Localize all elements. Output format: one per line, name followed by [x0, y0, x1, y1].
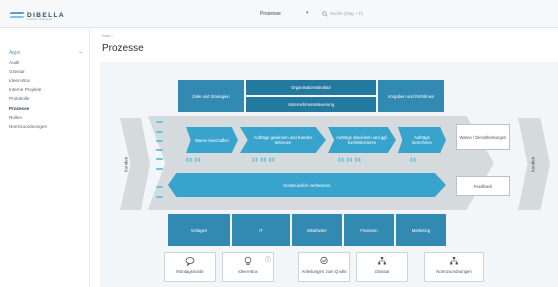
output-feedback-box[interactable]: Feedback	[456, 176, 510, 196]
customers-right-label: Kunden	[530, 156, 536, 173]
support-it-label: IT	[259, 227, 263, 233]
support-templates-label: Vorlagen	[190, 227, 208, 233]
search-placeholder: Suche (Strg + F)	[330, 11, 364, 16]
core-orders-process-label: Aufträge abwickeln und ggf. konfektionie…	[336, 135, 388, 145]
top-rules-label: Vorgaben und Richtlinien	[387, 93, 435, 99]
sitemap-icon	[450, 257, 458, 265]
core-procure-label: Waren beschaffen	[195, 137, 229, 143]
top-rules-box[interactable]: Vorgaben und Richtlinien	[378, 80, 444, 112]
output-goods-label: Waren / Dienstleistungen	[459, 134, 507, 140]
top-goals-label: Ziele und Strategien	[192, 93, 230, 99]
output-feedback-label: Feedback	[473, 183, 493, 189]
tool-glossar[interactable]: Glossar	[356, 252, 408, 282]
tool-normzuordnungen[interactable]: Normzuordnungen	[424, 252, 484, 282]
sidebar-item-audit[interactable]: Audit	[9, 60, 19, 65]
core-orders-win-label: Aufträge gewinnen und Kunden betreuen	[253, 135, 313, 145]
support-finance-box[interactable]: Finanzen	[344, 214, 394, 246]
tool-ideen-box-label: Ideen-Box	[238, 269, 258, 274]
logo[interactable]: DIBELLA Process Navigator	[10, 9, 65, 22]
logo-subtitle: Process Navigator	[27, 18, 53, 21]
support-marketing-box[interactable]: Marketing	[396, 214, 446, 246]
tool-normzuordnungen-label: Normzuordnungen	[436, 269, 472, 274]
sidebar-item-ideen-box[interactable]: Ideen-Box	[9, 78, 30, 83]
search-input[interactable]: Suche (Strg + F)	[322, 9, 392, 20]
improve-label: Kontinuierlich verbessern	[283, 182, 331, 188]
info-icon[interactable]: ⓘ	[265, 255, 271, 264]
core-billing-label: Aufträge berechnen	[412, 135, 432, 145]
app-window: DIBELLA Process Navigator Prozesse ▾ Suc…	[0, 0, 558, 287]
sidebar-heading[interactable]: Apps	[9, 50, 20, 56]
sidebar: Apps ⌄ Audit Glossar Ideen-Box Interne P…	[0, 28, 90, 287]
input-dash	[156, 131, 163, 133]
tool-montagsrunde[interactable]: Montagsrunde	[164, 252, 216, 282]
core-orders-process-arrow[interactable]: Aufträge abwickeln und ggf. konfektionie…	[328, 127, 396, 153]
output-goods-box[interactable]: Waren / Dienstleistungen	[456, 124, 510, 150]
roles-icon: ▮▮ ▮▮ ▮▮	[338, 157, 362, 163]
tool-ideen-box[interactable]: Ideen-Box ⓘ	[222, 252, 274, 282]
breadcrumb[interactable]: Start /	[102, 33, 113, 38]
support-it-box[interactable]: IT	[232, 214, 290, 246]
top-goals-box[interactable]: Ziele und Strategien	[178, 80, 244, 112]
core-orders-win-arrow[interactable]: Aufträge gewinnen und Kunden betreuen	[240, 127, 326, 153]
top-control-label: Unternehmenssteuerung	[287, 102, 335, 107]
customers-left-label: Kunden	[123, 156, 129, 173]
tool-anleitungen[interactable]: Anleitungen zum Q.wiki	[298, 252, 350, 282]
top-org-label: Organisationsstruktur	[291, 85, 331, 90]
sidebar-item-prozesse[interactable]: Prozesse	[9, 106, 29, 111]
input-dash	[156, 158, 163, 160]
support-staff-label: Mitarbeiter	[307, 227, 327, 233]
top-org-box[interactable]: Organisationsstruktur	[246, 80, 376, 95]
sidebar-item-protokolle[interactable]: Protokolle	[9, 96, 29, 101]
input-dash	[156, 140, 163, 142]
support-staff-box[interactable]: Mitarbeiter	[292, 214, 342, 246]
input-dash	[156, 121, 163, 123]
page-title: Prozesse	[102, 43, 144, 54]
tool-glossar-label: Glossar	[374, 269, 390, 274]
sidebar-item-glossar[interactable]: Glossar	[9, 69, 25, 74]
sidebar-item-normzuordnungen[interactable]: Normzuordnungen	[9, 124, 47, 129]
check-badge-icon	[320, 256, 328, 265]
support-finance-label: Finanzen	[360, 227, 378, 233]
chat-icon	[185, 257, 195, 266]
sidebar-item-interne-projekte[interactable]: Interne Projekte	[9, 87, 41, 92]
chevron-down-icon: ▾	[306, 10, 309, 16]
support-marketing-label: Marketing	[411, 227, 431, 233]
search-icon	[322, 10, 328, 17]
roles-icon: ▮▮	[410, 157, 417, 163]
roles-icon: ▮▮ ▮▮	[186, 157, 201, 163]
process-select-value: Prozesse	[260, 11, 281, 17]
improve-arrow[interactable]: Kontinuierlich verbessern	[168, 173, 446, 197]
logo-mark-icon	[10, 11, 24, 19]
roles-icon: ▮▮ ▮▮ ▮▮	[252, 157, 276, 163]
support-templates-box[interactable]: Vorlagen	[168, 214, 230, 246]
sitemap-icon	[378, 257, 386, 265]
input-dash	[156, 168, 163, 170]
core-procure-arrow[interactable]: Waren beschaffen	[186, 127, 238, 153]
tool-montagsrunde-label: Montagsrunde	[176, 269, 204, 274]
sidebar-item-rollen[interactable]: Rollen	[9, 115, 22, 120]
process-select[interactable]: Prozesse ▾	[250, 9, 320, 20]
input-dash	[156, 186, 163, 188]
tool-anleitungen-label: Anleitungen zum Q.wiki	[301, 269, 347, 274]
input-dash	[156, 196, 163, 198]
top-control-box[interactable]: Unternehmenssteuerung	[246, 97, 376, 112]
chevron-down-icon[interactable]: ⌄	[78, 48, 83, 55]
core-billing-arrow[interactable]: Aufträge berechnen	[398, 127, 446, 153]
top-bar: DIBELLA Process Navigator Prozesse ▾ Suc…	[0, 0, 558, 28]
input-dash	[156, 149, 163, 151]
